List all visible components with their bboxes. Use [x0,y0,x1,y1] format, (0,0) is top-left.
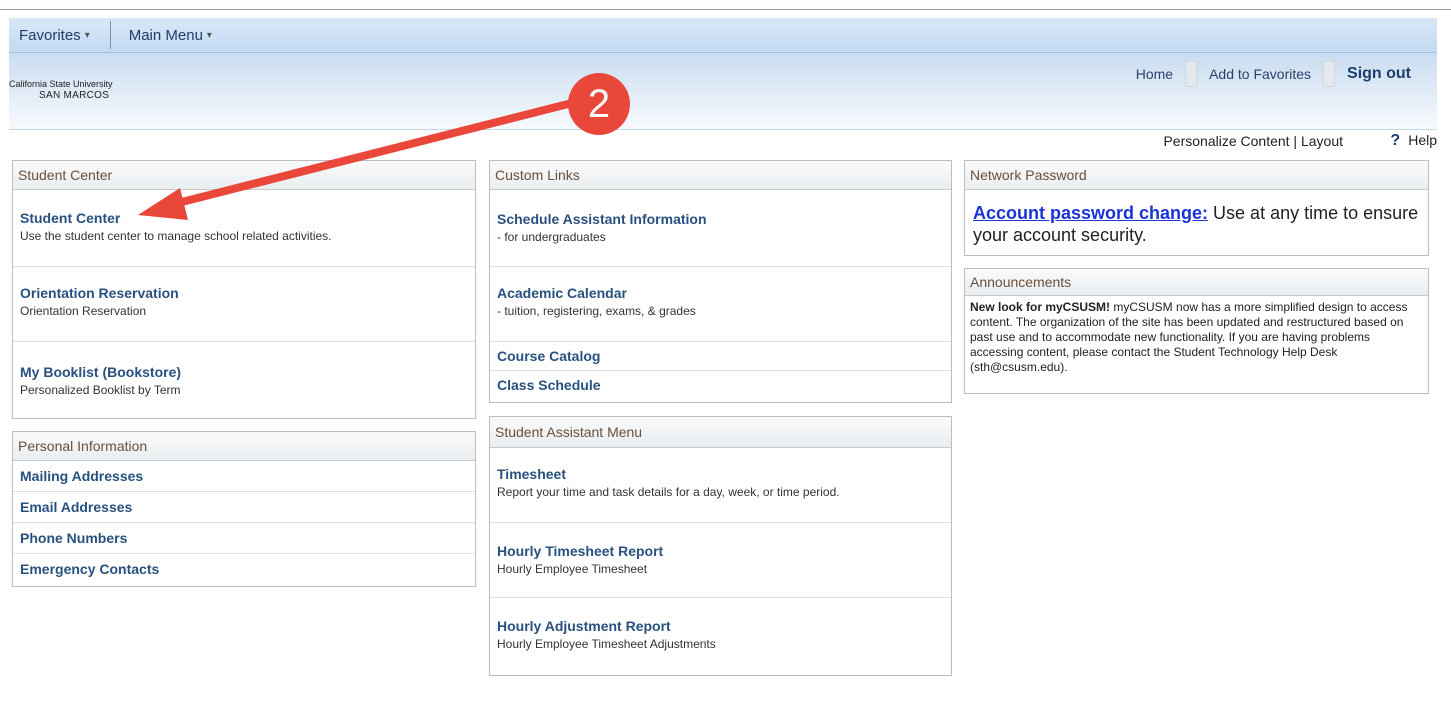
class-schedule-link[interactable]: Class Schedule [490,371,951,399]
home-link[interactable]: Home [1124,66,1185,82]
item-title[interactable]: Student Center [20,210,468,226]
help-label: Help [1408,132,1437,148]
chevron-down-icon: ▾ [206,29,212,41]
emergency-contacts-link[interactable]: Emergency Contacts [13,554,475,584]
main-menu-label: Main Menu [128,26,203,44]
panel-title: Announcements [965,269,1428,296]
top-border [0,0,1451,10]
email-addresses-link[interactable]: Email Addresses [13,492,475,523]
item-desc: Personalized Booklist by Term [20,383,181,397]
list-item[interactable]: Academic Calendar - tuition, registering… [490,267,951,342]
network-password-body: Account password change: Use at any time… [965,190,1428,246]
item-desc: Use the student center to manage school … [20,229,332,243]
nav-divider [109,21,111,49]
account-password-change-link[interactable]: Account password change: [973,203,1208,223]
item-title[interactable]: Hourly Timesheet Report [497,543,944,559]
student-assistant-menu-panel: Student Assistant Menu Timesheet Report … [489,416,952,676]
item-desc: Orientation Reservation [20,304,147,318]
item-desc: - for undergraduates [497,230,606,244]
favorites-menu[interactable]: Favorites ▾ [9,18,106,52]
sign-out-link[interactable]: Sign out [1335,65,1423,83]
item-title[interactable]: Schedule Assistant Information [497,211,944,227]
add-to-favorites-link[interactable]: Add to Favorites [1197,66,1323,82]
item-title[interactable]: Academic Calendar [497,285,944,301]
panel-title: Personal Information [13,432,475,461]
step-badge: 2 [568,73,630,135]
header-links: Home Add to Favorites Sign out [1124,61,1423,87]
panel-title: Network Password [965,161,1428,190]
favorites-label: Favorites [19,26,81,44]
panel-title: Student Center [13,161,475,190]
list-item[interactable]: Schedule Assistant Information - for und… [490,190,951,267]
logo-line1: California State University [9,79,113,89]
help-icon: ? [1390,132,1401,149]
page-header: California State University SAN MARCOS H… [9,53,1437,130]
help-link[interactable]: ? Help [1390,132,1437,150]
item-desc: Report your time and task details for a … [497,485,840,499]
announcement-headline: New look for myCSUSM! [970,300,1111,314]
item-title[interactable]: My Booklist (Bookstore) [20,364,468,380]
personal-information-panel: Personal Information Mailing Addresses E… [12,431,476,587]
main-menu[interactable]: Main Menu ▾ [119,18,228,52]
item-title[interactable]: Timesheet [497,466,944,482]
list-item[interactable]: Hourly Timesheet Report Hourly Employee … [490,523,951,598]
panel-title: Custom Links [490,161,951,190]
list-item[interactable]: Hourly Adjustment Report Hourly Employee… [490,598,951,673]
personalize-content-link[interactable]: Personalize Content | Layout [1163,133,1343,149]
announcements-panel: Announcements New look for myCSUSM! myCS… [964,268,1429,394]
header-divider [1323,61,1336,87]
list-item[interactable]: My Booklist (Bookstore) Personalized Boo… [13,342,475,417]
university-logo: California State University SAN MARCOS [9,78,113,102]
nav-bar: Favorites ▾ Main Menu ▾ [9,18,1437,53]
phone-numbers-link[interactable]: Phone Numbers [13,523,475,554]
item-desc: - tuition, registering, exams, & grades [497,304,696,318]
item-desc: Hourly Employee Timesheet [497,562,648,576]
course-catalog-link[interactable]: Course Catalog [490,342,951,371]
item-desc: Hourly Employee Timesheet Adjustments [497,637,716,651]
list-item[interactable]: Student Center Use the student center to… [13,190,475,267]
announcement-body: New look for myCSUSM! myCSUSM now has a … [965,296,1428,379]
item-title[interactable]: Orientation Reservation [20,285,468,301]
panel-title: Student Assistant Menu [490,417,951,448]
list-item[interactable]: Orientation Reservation Orientation Rese… [13,267,475,342]
logo-line2: SAN MARCOS [39,90,110,101]
header-divider [1185,61,1198,87]
student-center-panel: Student Center Student Center Use the st… [12,160,476,419]
list-item[interactable]: Timesheet Report your time and task deta… [490,448,951,523]
item-title[interactable]: Hourly Adjustment Report [497,618,944,634]
network-password-panel: Network Password Account password change… [964,160,1429,256]
mailing-addresses-link[interactable]: Mailing Addresses [13,461,475,492]
chevron-down-icon: ▾ [84,29,90,41]
custom-links-panel: Custom Links Schedule Assistant Informat… [489,160,952,403]
